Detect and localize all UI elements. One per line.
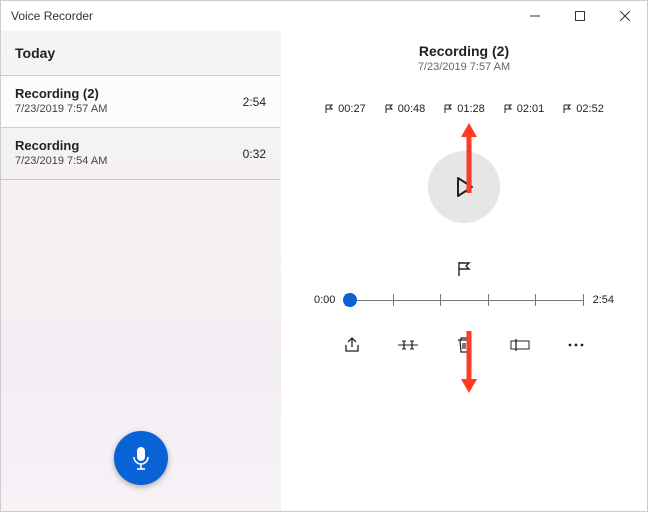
recording-duration: 2:54: [243, 95, 266, 109]
recording-duration: 0:32: [243, 147, 266, 161]
delete-button[interactable]: [453, 334, 475, 356]
share-button[interactable]: [341, 334, 363, 356]
rename-icon: [510, 338, 530, 352]
marker-item[interactable]: 02:01: [503, 103, 545, 115]
minimize-button[interactable]: [512, 1, 557, 31]
recording-date: 7/23/2019 7:57 AM: [15, 103, 266, 115]
playback-pane: Recording (2) 7/23/2019 7:57 AM 00:27 00…: [281, 31, 647, 511]
trim-icon: [398, 338, 418, 352]
timeline-track[interactable]: [345, 290, 582, 310]
marker-item[interactable]: 01:28: [443, 103, 485, 115]
playback-toolbar: [341, 334, 587, 356]
window-controls: [512, 1, 647, 31]
close-button[interactable]: [602, 1, 647, 31]
play-button[interactable]: [428, 151, 500, 223]
recording-title: Recording (2): [15, 86, 266, 101]
microphone-icon: [131, 445, 151, 471]
play-icon: [453, 175, 475, 199]
trash-icon: [456, 336, 472, 354]
app-title: Voice Recorder: [11, 9, 93, 23]
flag-icon: [443, 104, 453, 114]
sidebar-section-header: Today: [1, 31, 280, 76]
maximize-button[interactable]: [557, 1, 602, 31]
timeline-position: 0:00: [314, 294, 335, 306]
flag-icon: [384, 104, 394, 114]
ellipsis-icon: [567, 342, 585, 348]
share-icon: [343, 336, 361, 354]
more-button[interactable]: [565, 334, 587, 356]
add-marker-button[interactable]: [456, 261, 472, 282]
record-button[interactable]: [114, 431, 168, 485]
recordings-sidebar: Today Recording (2) 7/23/2019 7:57 AM 2:…: [1, 31, 281, 511]
trim-button[interactable]: [397, 334, 419, 356]
marker-item[interactable]: 00:48: [384, 103, 426, 115]
rename-button[interactable]: [509, 334, 531, 356]
flag-icon: [562, 104, 572, 114]
timeline: 0:00 2:54: [314, 290, 614, 310]
playback-date: 7/23/2019 7:57 AM: [418, 61, 510, 73]
timeline-duration: 2:54: [593, 294, 614, 306]
timeline-thumb[interactable]: [343, 293, 357, 307]
recording-list-item[interactable]: Recording (2) 7/23/2019 7:57 AM 2:54: [1, 76, 280, 128]
marker-list: 00:27 00:48 01:28 02:01 02:52: [324, 103, 604, 115]
recording-date: 7/23/2019 7:54 AM: [15, 155, 266, 167]
flag-icon: [456, 261, 472, 277]
playback-header: Recording (2) 7/23/2019 7:57 AM: [418, 43, 510, 73]
recording-title: Recording: [15, 138, 266, 153]
marker-item[interactable]: 00:27: [324, 103, 366, 115]
playback-title: Recording (2): [418, 43, 510, 59]
recording-list-item[interactable]: Recording 7/23/2019 7:54 AM 0:32: [1, 128, 280, 180]
flag-icon: [503, 104, 513, 114]
marker-item[interactable]: 02:52: [562, 103, 604, 115]
flag-icon: [324, 104, 334, 114]
